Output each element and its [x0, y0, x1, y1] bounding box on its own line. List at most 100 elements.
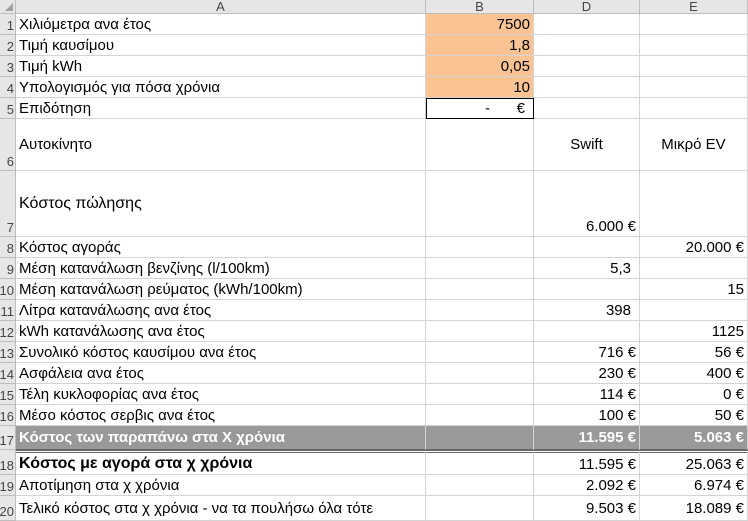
- cell-b3-input[interactable]: 0,05: [426, 56, 534, 77]
- cell-d9[interactable]: 5,3: [534, 258, 640, 279]
- column-header-b[interactable]: B: [426, 0, 534, 14]
- row-header[interactable]: 18: [0, 450, 16, 475]
- cell-d17[interactable]: 11.595 €: [534, 426, 640, 450]
- row-header[interactable]: 12: [0, 321, 16, 342]
- row-header[interactable]: 7: [0, 171, 16, 237]
- cell-e11[interactable]: [640, 300, 748, 321]
- cell-d8[interactable]: [534, 237, 640, 258]
- cell-d12[interactable]: [534, 321, 640, 342]
- cell-b8[interactable]: [426, 237, 534, 258]
- cell-a1[interactable]: Χιλιόμετρα ανα έτος: [16, 14, 426, 35]
- cell-b16[interactable]: [426, 405, 534, 426]
- cell-e3[interactable]: [640, 56, 748, 77]
- cell-a7[interactable]: Κόστος πώλησης: [16, 171, 426, 237]
- row-header[interactable]: 15: [0, 384, 16, 405]
- row-header[interactable]: 19: [0, 475, 16, 496]
- row-header[interactable]: 10: [0, 279, 16, 300]
- cell-a2[interactable]: Τιμή καυσίμου: [16, 35, 426, 56]
- cell-a19[interactable]: Αποτίμηση στα χ χρόνια: [16, 475, 426, 496]
- cell-a6[interactable]: Αυτοκίνητο: [16, 119, 426, 171]
- row-header[interactable]: 6: [0, 119, 16, 171]
- cell-a5[interactable]: Επιδότηση: [16, 98, 426, 119]
- cell-d6-car-swift[interactable]: Swift: [534, 119, 640, 171]
- cell-d2[interactable]: [534, 35, 640, 56]
- cell-e5[interactable]: [640, 98, 748, 119]
- cell-e14[interactable]: 400 €: [640, 363, 748, 384]
- cell-e18[interactable]: 25.063 €: [640, 450, 748, 475]
- cell-e9[interactable]: [640, 258, 748, 279]
- cell-a8[interactable]: Κόστος αγοράς: [16, 237, 426, 258]
- cell-a13[interactable]: Συνολικό κόστος καυσίμου ανα έτος: [16, 342, 426, 363]
- cell-d14[interactable]: 230 €: [534, 363, 640, 384]
- row-header[interactable]: 8: [0, 237, 16, 258]
- cell-a10[interactable]: Μέση κατανάλωση ρεύματος (kWh/100km): [16, 279, 426, 300]
- cell-a14[interactable]: Ασφάλεια ανα έτος: [16, 363, 426, 384]
- cell-a16[interactable]: Μέσο κόστος σερβις ανα έτος: [16, 405, 426, 426]
- select-all-corner[interactable]: [0, 0, 16, 14]
- cell-e8[interactable]: 20.000 €: [640, 237, 748, 258]
- cell-e12[interactable]: 1125: [640, 321, 748, 342]
- cell-d7[interactable]: 6.000 €: [534, 171, 640, 237]
- cell-b10[interactable]: [426, 279, 534, 300]
- cell-e6-car-ev[interactable]: Μικρό EV: [640, 119, 748, 171]
- cell-a18[interactable]: Κόστος με αγορά στα χ χρόνια: [16, 450, 426, 475]
- cell-e20[interactable]: 18.089 €: [640, 496, 748, 521]
- cell-e16[interactable]: 50 €: [640, 405, 748, 426]
- cell-d3[interactable]: [534, 56, 640, 77]
- row-header[interactable]: 20: [0, 496, 16, 521]
- row-header[interactable]: 11: [0, 300, 16, 321]
- column-header-d[interactable]: D: [534, 0, 640, 14]
- cell-d16[interactable]: 100 €: [534, 405, 640, 426]
- cell-d20[interactable]: 9.503 €: [534, 496, 640, 521]
- cell-d5[interactable]: [534, 98, 640, 119]
- row-header[interactable]: 1: [0, 14, 16, 35]
- row-header[interactable]: 3: [0, 56, 16, 77]
- cell-a4[interactable]: Υπολογισμός για πόσα χρόνια: [16, 77, 426, 98]
- cell-d10[interactable]: [534, 279, 640, 300]
- row-header[interactable]: 2: [0, 35, 16, 56]
- row-header[interactable]: 14: [0, 363, 16, 384]
- row-header[interactable]: 16: [0, 405, 16, 426]
- cell-b11[interactable]: [426, 300, 534, 321]
- cell-e15[interactable]: 0 €: [640, 384, 748, 405]
- cell-e10[interactable]: 15: [640, 279, 748, 300]
- cell-a17[interactable]: Κόστος των παραπάνω στα Χ χρόνια: [16, 426, 426, 450]
- cell-b15[interactable]: [426, 384, 534, 405]
- cell-e4[interactable]: [640, 77, 748, 98]
- cell-a3[interactable]: Τιμή kWh: [16, 56, 426, 77]
- column-header-a[interactable]: A: [16, 0, 426, 14]
- cell-d4[interactable]: [534, 77, 640, 98]
- cell-a9[interactable]: Μέση κατανάλωση βενζίνης (l/100km): [16, 258, 426, 279]
- cell-e2[interactable]: [640, 35, 748, 56]
- cell-d13[interactable]: 716 €: [534, 342, 640, 363]
- cell-d19[interactable]: 2.092 €: [534, 475, 640, 496]
- cell-e1[interactable]: [640, 14, 748, 35]
- cell-a15[interactable]: Τέλη κυκλοφορίας ανα έτος: [16, 384, 426, 405]
- cell-b6[interactable]: [426, 119, 534, 171]
- cell-b13[interactable]: [426, 342, 534, 363]
- cell-a20[interactable]: Τελικό κόστος στα χ χρόνια - να τα πουλή…: [16, 496, 426, 521]
- cell-b20[interactable]: [426, 496, 534, 521]
- cell-b2-input[interactable]: 1,8: [426, 35, 534, 56]
- cell-b7[interactable]: [426, 171, 534, 237]
- cell-d11[interactable]: 398: [534, 300, 640, 321]
- cell-b17[interactable]: [426, 426, 534, 450]
- cell-b1-input[interactable]: 7500: [426, 14, 534, 35]
- cell-b19[interactable]: [426, 475, 534, 496]
- cell-b4-input[interactable]: 10: [426, 77, 534, 98]
- row-header[interactable]: 9: [0, 258, 16, 279]
- row-header[interactable]: 17: [0, 426, 16, 450]
- column-header-e[interactable]: E: [640, 0, 748, 14]
- cell-e7[interactable]: [640, 171, 748, 237]
- cell-e19[interactable]: 6.974 €: [640, 475, 748, 496]
- cell-a12[interactable]: kWh κατανάλωσης ανα έτος: [16, 321, 426, 342]
- cell-b14[interactable]: [426, 363, 534, 384]
- row-header[interactable]: 4: [0, 77, 16, 98]
- cell-b5-subsidy[interactable]: - €: [426, 98, 534, 119]
- cell-e13[interactable]: 56 €: [640, 342, 748, 363]
- cell-b18[interactable]: [426, 450, 534, 475]
- cell-d1[interactable]: [534, 14, 640, 35]
- cell-d18[interactable]: 11.595 €: [534, 450, 640, 475]
- cell-b9[interactable]: [426, 258, 534, 279]
- cell-d15[interactable]: 114 €: [534, 384, 640, 405]
